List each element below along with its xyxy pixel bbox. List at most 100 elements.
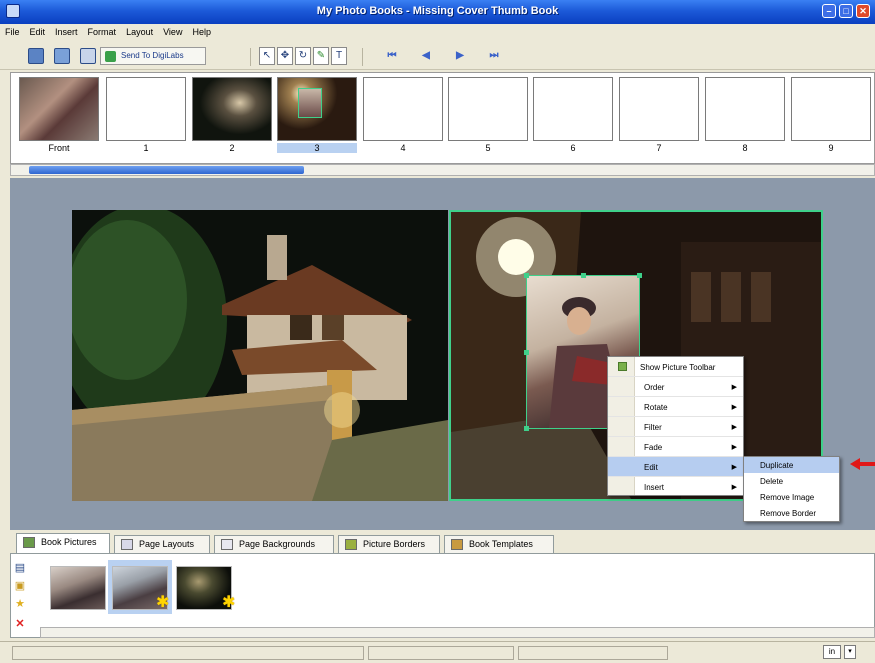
minimize-icon[interactable]: – bbox=[822, 4, 836, 18]
move-tool-icon[interactable]: ✥ bbox=[277, 47, 293, 65]
bottom-tab-bar: Book Pictures Page Layouts Page Backgrou… bbox=[10, 533, 875, 553]
submenu-item-duplicate[interactable]: Duplicate bbox=[744, 457, 839, 473]
status-cell bbox=[368, 646, 514, 660]
pictures-icon bbox=[23, 537, 35, 548]
first-page-icon[interactable]: ⏮ bbox=[384, 48, 400, 64]
thumbnail-page-6[interactable] bbox=[533, 77, 613, 141]
menu-item-label: Rotate bbox=[644, 403, 668, 412]
thumbnail-front[interactable] bbox=[19, 77, 99, 141]
menu-bar: File Edit Insert Format Layout View Help bbox=[0, 24, 875, 42]
menu-insert[interactable]: Insert bbox=[50, 24, 83, 37]
delete-picture-icon[interactable]: ✕ bbox=[12, 617, 28, 631]
toolbar-separator bbox=[362, 48, 363, 66]
menu-item-edit[interactable]: Edit ▶ bbox=[608, 457, 743, 477]
thumbnail-scrollbar[interactable] bbox=[10, 164, 875, 176]
previous-page-icon[interactable]: ◀ bbox=[418, 48, 434, 64]
menu-item-order[interactable]: Order ▶ bbox=[608, 377, 743, 397]
thumbnail-page-3[interactable] bbox=[277, 77, 357, 141]
submenu-item-remove-border[interactable]: Remove Border bbox=[744, 505, 839, 521]
menu-item-fade[interactable]: Fade ▶ bbox=[608, 437, 743, 457]
thumbnail-page-4[interactable] bbox=[363, 77, 443, 141]
add-folder-icon[interactable]: ▣ bbox=[12, 579, 28, 593]
favorite-icon[interactable]: ★ bbox=[12, 597, 28, 611]
menu-help[interactable]: Help bbox=[187, 24, 216, 37]
tab-book-pictures[interactable]: Book Pictures bbox=[16, 533, 110, 553]
open-book-icon[interactable] bbox=[54, 48, 70, 64]
tab-book-templates[interactable]: Book Templates bbox=[444, 535, 554, 553]
tab-page-backgrounds[interactable]: Page Backgrounds bbox=[214, 535, 334, 553]
menu-item-filter[interactable]: Filter ▶ bbox=[608, 417, 743, 437]
menu-layout[interactable]: Layout bbox=[121, 24, 158, 37]
save-icon[interactable] bbox=[80, 48, 96, 64]
next-page-icon[interactable]: ▶ bbox=[452, 48, 468, 64]
toolbar: Send To DigiLabs ↖ ✥ ↻ ✎ T ⏮ ◀ ▶ ⏭ bbox=[0, 42, 875, 70]
template-icon bbox=[451, 539, 463, 550]
menu-item-label: Order bbox=[644, 383, 665, 392]
pictures-scrollbar[interactable] bbox=[40, 627, 875, 638]
menu-edit[interactable]: Edit bbox=[25, 24, 51, 37]
pointer-tool-icon[interactable]: ↖ bbox=[259, 47, 275, 65]
send-to-digilabs-button[interactable]: Send To DigiLabs bbox=[100, 47, 206, 65]
tab-page-layouts[interactable]: Page Layouts bbox=[114, 535, 210, 553]
last-page-icon[interactable]: ⏭ bbox=[486, 48, 502, 64]
thumbnail-page-1[interactable] bbox=[106, 77, 186, 141]
title-bar: My Photo Books - Missing Cover Thumb Boo… bbox=[0, 0, 875, 24]
left-page-photo[interactable] bbox=[72, 210, 448, 501]
status-cell bbox=[518, 646, 668, 660]
thumbnail-label: 5 bbox=[485, 143, 491, 153]
menu-file[interactable]: File bbox=[0, 24, 25, 37]
tab-label: Page Backgrounds bbox=[239, 539, 316, 549]
status-bar: in ▾ bbox=[0, 641, 875, 663]
menu-view[interactable]: View bbox=[158, 24, 187, 37]
add-picture-icon[interactable]: ▤ bbox=[12, 561, 28, 575]
tab-label: Picture Borders bbox=[363, 539, 426, 549]
status-cell bbox=[12, 646, 364, 660]
resize-handle[interactable] bbox=[524, 426, 529, 431]
submenu-arrow-icon: ▶ bbox=[731, 424, 737, 431]
resize-handle[interactable] bbox=[581, 273, 586, 278]
menu-item-rotate[interactable]: Rotate ▶ bbox=[608, 397, 743, 417]
unit-selector[interactable]: in bbox=[823, 645, 841, 659]
thumbnail-page-9[interactable] bbox=[791, 77, 871, 141]
rotate-tool-icon[interactable]: ↻ bbox=[295, 47, 311, 65]
thumbnail-page-8[interactable] bbox=[705, 77, 785, 141]
toolbar-separator bbox=[250, 48, 251, 66]
menu-format[interactable]: Format bbox=[83, 24, 122, 37]
menu-item-label: Show Picture Toolbar bbox=[640, 363, 716, 372]
unit-dropdown-icon[interactable]: ▾ bbox=[844, 645, 856, 659]
menu-item-label: Fade bbox=[644, 443, 663, 452]
submenu-arrow-icon: ▶ bbox=[731, 484, 737, 491]
submenu-item-remove-image[interactable]: Remove Image bbox=[744, 489, 839, 505]
tab-label: Page Layouts bbox=[139, 539, 195, 549]
menu-item-label: Insert bbox=[644, 483, 665, 492]
used-star-icon: ✱ bbox=[222, 594, 236, 611]
menu-item-insert[interactable]: Insert ▶ bbox=[608, 477, 743, 497]
text-tool-icon[interactable]: T bbox=[331, 47, 347, 65]
thumbnail-page-7[interactable] bbox=[619, 77, 699, 141]
picture-thumbnail[interactable] bbox=[50, 566, 106, 610]
thumbnail-label: 6 bbox=[570, 143, 576, 153]
new-book-icon[interactable] bbox=[28, 48, 44, 64]
submenu-arrow-icon: ▶ bbox=[731, 444, 737, 451]
image-tool-icon[interactable]: ✎ bbox=[313, 47, 329, 65]
thumbnail-label-selected: 3 bbox=[277, 143, 357, 153]
resize-handle[interactable] bbox=[524, 273, 529, 278]
send-icon bbox=[105, 51, 116, 62]
scrollbar-thumb[interactable] bbox=[29, 166, 304, 174]
submenu-item-delete[interactable]: Delete bbox=[744, 473, 839, 489]
menu-item-show-picture-toolbar[interactable]: Show Picture Toolbar bbox=[608, 357, 743, 377]
maximize-icon[interactable]: □ bbox=[839, 4, 853, 18]
tab-picture-borders[interactable]: Picture Borders bbox=[338, 535, 440, 553]
thumbnail-page-5[interactable] bbox=[448, 77, 528, 141]
thumbnail-page-2[interactable] bbox=[192, 77, 272, 141]
window-title: My Photo Books - Missing Cover Thumb Boo… bbox=[316, 5, 559, 17]
thumbnail-label: 1 bbox=[143, 143, 149, 153]
submenu-arrow-icon: ▶ bbox=[731, 464, 737, 471]
thumbnail-label: 8 bbox=[742, 143, 748, 153]
close-icon[interactable]: ✕ bbox=[856, 4, 870, 18]
page-thumbnail-strip: Front 1 2 3 4 5 6 7 8 9 bbox=[10, 72, 875, 164]
edit-submenu: Duplicate Delete Remove Image Remove Bor… bbox=[743, 456, 840, 522]
resize-handle[interactable] bbox=[637, 273, 642, 278]
resize-handle[interactable] bbox=[524, 350, 529, 355]
thumbnail-label: 2 bbox=[229, 143, 235, 153]
